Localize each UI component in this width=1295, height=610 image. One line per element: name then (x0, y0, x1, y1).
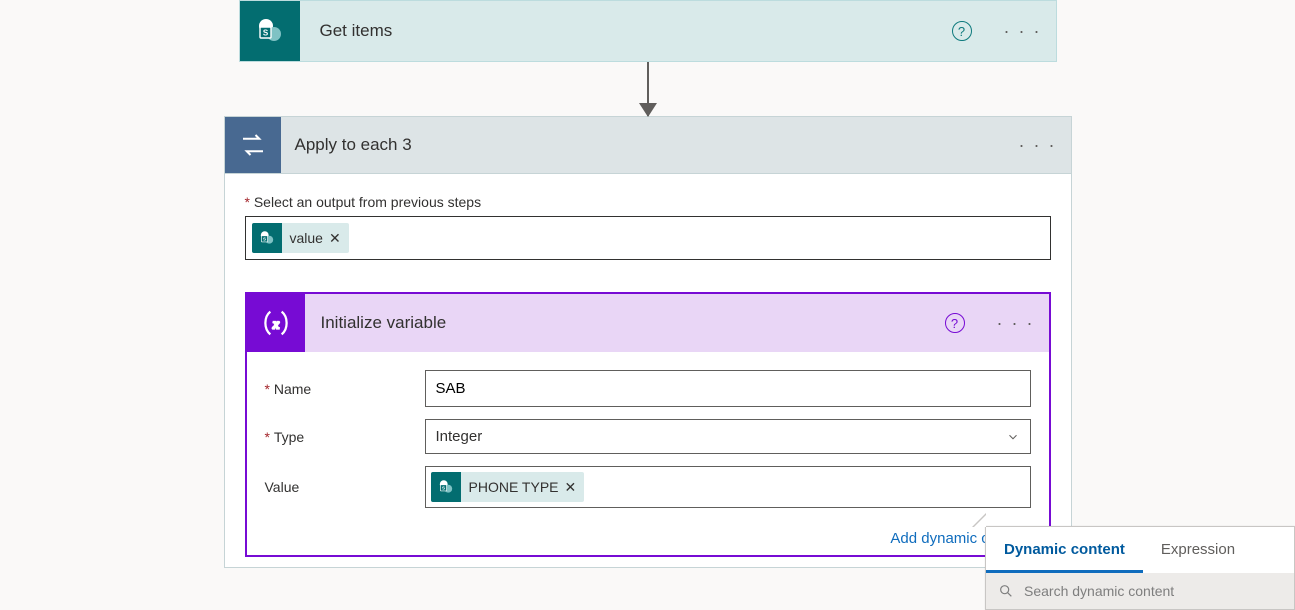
select-output-input[interactable]: S value ✕ (245, 216, 1051, 260)
dynamic-content-panel: Dynamic content Expression Search dynami… (985, 526, 1295, 610)
connector-arrow (647, 62, 649, 116)
dynamic-content-search[interactable]: Search dynamic content (986, 573, 1294, 609)
sharepoint-icon: S (240, 1, 300, 61)
name-label: * Name (255, 381, 425, 397)
initialize-variable-header[interactable]: x Initialize variable ? · · · (247, 294, 1049, 352)
initialize-variable-card: x Initialize variable ? · · · * Name (245, 292, 1051, 557)
more-menu-icon[interactable]: · · · (990, 21, 1056, 42)
type-select[interactable]: Integer (425, 419, 1031, 454)
apply-to-each-header[interactable]: Apply to each 3 · · · (225, 117, 1071, 174)
tab-expression[interactable]: Expression (1143, 527, 1253, 573)
add-dynamic-content-link[interactable]: Add dynamic content (247, 530, 1049, 555)
token-value: S value ✕ (252, 223, 349, 253)
name-input[interactable] (425, 370, 1031, 407)
help-icon[interactable]: ? (945, 313, 965, 333)
more-menu-icon[interactable]: · · · (983, 313, 1049, 334)
apply-to-each-title: Apply to each 3 (281, 135, 1005, 155)
svg-text:S: S (262, 237, 265, 242)
sharepoint-icon: S (431, 472, 461, 502)
svg-text:S: S (441, 486, 444, 491)
svg-text:S: S (262, 29, 268, 38)
chevron-down-icon (1006, 430, 1020, 444)
get-items-title: Get items (300, 21, 952, 41)
initialize-variable-title: Initialize variable (305, 313, 945, 333)
sharepoint-icon: S (252, 223, 282, 253)
select-output-label: * Select an output from previous steps (245, 194, 1051, 210)
remove-token-icon[interactable]: ✕ (565, 479, 577, 496)
apply-to-each-card: Apply to each 3 · · · * Select an output… (224, 116, 1072, 568)
more-menu-icon[interactable]: · · · (1005, 135, 1071, 156)
variable-icon: x (247, 294, 305, 352)
svg-text:x: x (271, 317, 279, 333)
tab-dynamic-content[interactable]: Dynamic content (986, 527, 1143, 573)
loop-icon (225, 117, 281, 173)
token-phone-type: S PHONE TYPE ✕ (431, 472, 585, 502)
search-icon (998, 583, 1014, 599)
get-items-card[interactable]: S Get items ? · · · (239, 0, 1057, 62)
remove-token-icon[interactable]: ✕ (329, 230, 341, 247)
value-label: Value (255, 479, 425, 495)
help-icon[interactable]: ? (952, 21, 972, 41)
type-label: * Type (255, 429, 425, 445)
value-input[interactable]: S PHONE TYPE ✕ (425, 466, 1031, 508)
